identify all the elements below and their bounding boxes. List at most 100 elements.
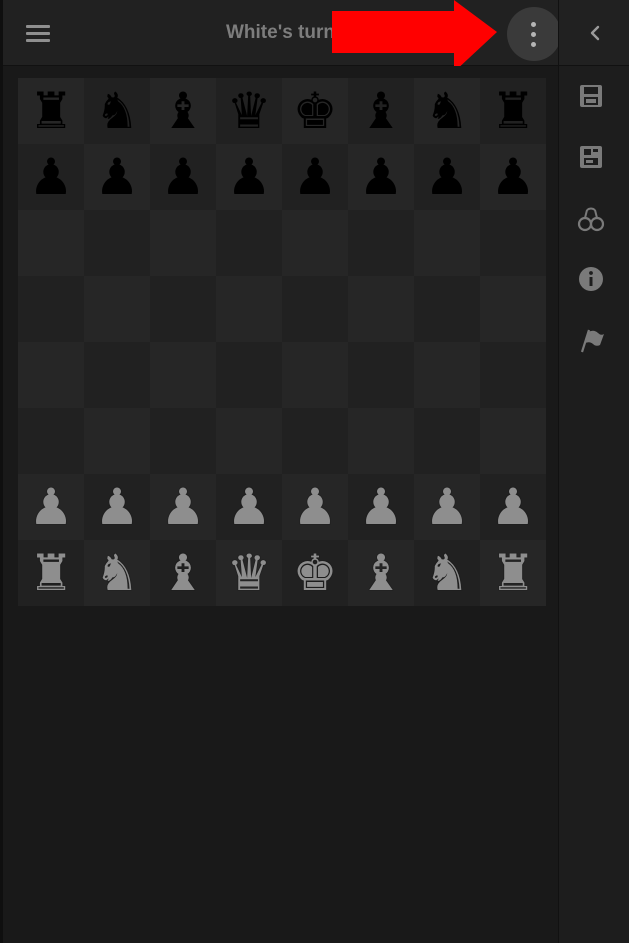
chess-piece[interactable]: ♟ <box>359 152 404 202</box>
info-icon[interactable] <box>576 264 606 294</box>
square-h6[interactable] <box>480 210 546 276</box>
square-c5[interactable] <box>150 276 216 342</box>
square-f5[interactable] <box>348 276 414 342</box>
chess-piece[interactable]: ♜ <box>491 548 536 598</box>
chess-piece[interactable]: ♟ <box>161 482 206 532</box>
square-d5[interactable] <box>216 276 282 342</box>
chess-piece[interactable]: ♞ <box>425 548 470 598</box>
square-c4[interactable] <box>150 342 216 408</box>
square-d2[interactable]: ♟ <box>216 474 282 540</box>
square-h5[interactable] <box>480 276 546 342</box>
square-h7[interactable]: ♟ <box>480 144 546 210</box>
square-d3[interactable] <box>216 408 282 474</box>
square-g2[interactable]: ♟ <box>414 474 480 540</box>
square-c7[interactable]: ♟ <box>150 144 216 210</box>
square-f7[interactable]: ♟ <box>348 144 414 210</box>
square-f1[interactable]: ♝ <box>348 540 414 606</box>
flag-icon[interactable] <box>576 325 606 355</box>
chess-piece[interactable]: ♟ <box>293 152 338 202</box>
square-g5[interactable] <box>414 276 480 342</box>
square-b7[interactable]: ♟ <box>84 144 150 210</box>
square-c2[interactable]: ♟ <box>150 474 216 540</box>
chess-piece[interactable]: ♟ <box>29 152 74 202</box>
square-h1[interactable]: ♜ <box>480 540 546 606</box>
chess-piece[interactable]: ♝ <box>161 86 206 136</box>
square-e3[interactable] <box>282 408 348 474</box>
chess-piece[interactable]: ♜ <box>29 86 74 136</box>
square-a8[interactable]: ♜ <box>18 78 84 144</box>
square-f8[interactable]: ♝ <box>348 78 414 144</box>
chess-piece[interactable]: ♟ <box>161 152 206 202</box>
square-d7[interactable]: ♟ <box>216 144 282 210</box>
chess-piece[interactable]: ♟ <box>491 152 536 202</box>
square-g6[interactable] <box>414 210 480 276</box>
square-b6[interactable] <box>84 210 150 276</box>
square-a3[interactable] <box>18 408 84 474</box>
square-h2[interactable]: ♟ <box>480 474 546 540</box>
square-e6[interactable] <box>282 210 348 276</box>
chess-piece[interactable]: ♟ <box>293 482 338 532</box>
chess-piece[interactable]: ♝ <box>359 86 404 136</box>
square-h8[interactable]: ♜ <box>480 78 546 144</box>
square-a4[interactable] <box>18 342 84 408</box>
square-b5[interactable] <box>84 276 150 342</box>
chess-piece[interactable]: ♛ <box>227 548 272 598</box>
save-icon[interactable] <box>576 81 606 111</box>
chess-piece[interactable]: ♟ <box>95 482 140 532</box>
square-d8[interactable]: ♛ <box>216 78 282 144</box>
square-h4[interactable] <box>480 342 546 408</box>
square-b4[interactable] <box>84 342 150 408</box>
chess-piece[interactable]: ♜ <box>491 86 536 136</box>
square-e8[interactable]: ♚ <box>282 78 348 144</box>
square-g1[interactable]: ♞ <box>414 540 480 606</box>
square-d4[interactable] <box>216 342 282 408</box>
square-a1[interactable]: ♜ <box>18 540 84 606</box>
square-f3[interactable] <box>348 408 414 474</box>
square-a2[interactable]: ♟ <box>18 474 84 540</box>
square-f4[interactable] <box>348 342 414 408</box>
chess-piece[interactable]: ♞ <box>425 86 470 136</box>
chess-piece[interactable]: ♟ <box>425 152 470 202</box>
square-b1[interactable]: ♞ <box>84 540 150 606</box>
chess-piece[interactable]: ♟ <box>95 152 140 202</box>
square-c8[interactable]: ♝ <box>150 78 216 144</box>
load-icon[interactable] <box>576 142 606 172</box>
square-e4[interactable] <box>282 342 348 408</box>
more-button[interactable] <box>507 7 561 61</box>
square-e2[interactable]: ♟ <box>282 474 348 540</box>
chess-piece[interactable]: ♝ <box>161 548 206 598</box>
chess-piece[interactable]: ♟ <box>227 152 272 202</box>
square-h3[interactable] <box>480 408 546 474</box>
square-b8[interactable]: ♞ <box>84 78 150 144</box>
square-f6[interactable] <box>348 210 414 276</box>
square-b3[interactable] <box>84 408 150 474</box>
chess-piece[interactable]: ♟ <box>425 482 470 532</box>
square-b2[interactable]: ♟ <box>84 474 150 540</box>
chess-piece[interactable]: ♚ <box>293 548 338 598</box>
square-a5[interactable] <box>18 276 84 342</box>
square-g7[interactable]: ♟ <box>414 144 480 210</box>
chess-piece[interactable]: ♟ <box>491 482 536 532</box>
square-g4[interactable] <box>414 342 480 408</box>
square-e5[interactable] <box>282 276 348 342</box>
chess-piece[interactable]: ♛ <box>227 86 272 136</box>
square-g8[interactable]: ♞ <box>414 78 480 144</box>
square-a6[interactable] <box>18 210 84 276</box>
square-d1[interactable]: ♛ <box>216 540 282 606</box>
chevron-left-icon[interactable] <box>581 18 611 48</box>
square-g3[interactable] <box>414 408 480 474</box>
square-c6[interactable] <box>150 210 216 276</box>
chess-piece[interactable]: ♞ <box>95 86 140 136</box>
chess-piece[interactable]: ♝ <box>359 548 404 598</box>
square-c1[interactable]: ♝ <box>150 540 216 606</box>
square-e1[interactable]: ♚ <box>282 540 348 606</box>
chess-piece[interactable]: ♟ <box>227 482 272 532</box>
square-d6[interactable] <box>216 210 282 276</box>
chess-piece[interactable]: ♜ <box>29 548 74 598</box>
chess-piece[interactable]: ♚ <box>293 86 338 136</box>
chess-piece[interactable]: ♞ <box>95 548 140 598</box>
hamburger-menu-icon[interactable] <box>23 20 51 46</box>
square-c3[interactable] <box>150 408 216 474</box>
square-f2[interactable]: ♟ <box>348 474 414 540</box>
chess-piece[interactable]: ♟ <box>29 482 74 532</box>
